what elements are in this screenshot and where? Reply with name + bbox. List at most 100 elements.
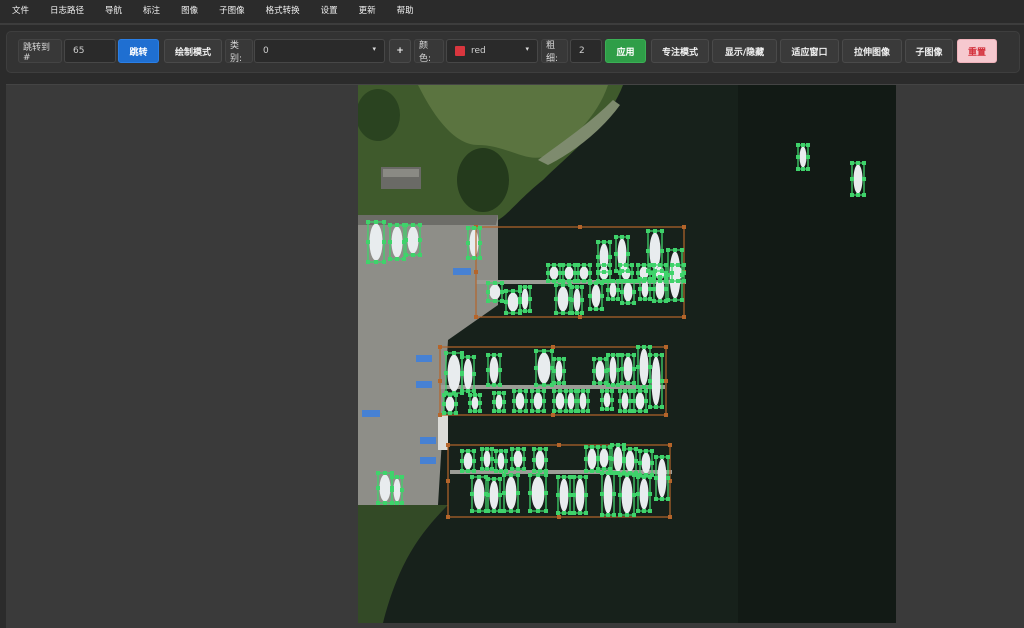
resize-handle[interactable] <box>806 143 810 147</box>
resize-handle[interactable] <box>652 287 656 291</box>
resize-handle[interactable] <box>796 155 800 159</box>
resize-handle[interactable] <box>382 240 386 244</box>
resize-handle[interactable] <box>648 379 652 383</box>
resize-handle[interactable] <box>374 220 378 224</box>
resize-handle[interactable] <box>510 467 514 471</box>
resize-handle[interactable] <box>466 355 470 359</box>
resize-handle[interactable] <box>643 297 647 301</box>
resize-handle[interactable] <box>528 309 532 313</box>
resize-handle[interactable] <box>366 240 370 244</box>
resize-handle[interactable] <box>536 473 540 477</box>
resize-handle[interactable] <box>542 399 546 403</box>
resize-handle[interactable] <box>530 409 534 413</box>
resize-handle[interactable] <box>643 277 647 281</box>
resize-handle[interactable] <box>612 492 616 496</box>
resize-handle[interactable] <box>642 475 646 479</box>
resize-handle[interactable] <box>516 467 520 471</box>
resize-handle[interactable] <box>570 285 574 289</box>
resize-handle[interactable] <box>530 399 534 403</box>
resize-handle[interactable] <box>460 372 464 376</box>
resize-handle[interactable] <box>596 271 600 275</box>
vehicle-box[interactable] <box>416 381 432 388</box>
resize-handle[interactable] <box>562 357 566 361</box>
resize-handle[interactable] <box>472 256 476 260</box>
resize-handle[interactable] <box>618 513 622 517</box>
resize-handle[interactable] <box>654 353 658 357</box>
resize-handle[interactable] <box>625 513 629 517</box>
resize-handle[interactable] <box>478 409 482 413</box>
resize-handle[interactable] <box>502 491 506 495</box>
resize-handle[interactable] <box>564 399 568 403</box>
resize-handle[interactable] <box>586 409 590 413</box>
menu-navigate[interactable]: 导航 <box>105 4 122 16</box>
resize-handle[interactable] <box>404 223 408 227</box>
resize-handle[interactable] <box>442 402 446 406</box>
resize-handle[interactable] <box>590 445 594 449</box>
show-hide-button[interactable]: 显示/隐藏 <box>712 39 777 63</box>
resize-handle[interactable] <box>383 471 387 475</box>
resize-handle[interactable] <box>582 279 586 283</box>
resize-handle[interactable] <box>584 457 588 461</box>
resize-handle[interactable] <box>444 351 448 355</box>
resize-handle[interactable] <box>611 383 615 387</box>
resize-handle[interactable] <box>622 443 626 447</box>
resize-handle[interactable] <box>552 381 556 385</box>
resize-handle[interactable] <box>438 345 442 349</box>
resize-handle[interactable] <box>466 449 470 453</box>
resize-handle[interactable] <box>801 167 805 171</box>
resize-handle[interactable] <box>562 381 566 385</box>
resize-handle[interactable] <box>623 409 627 413</box>
resize-handle[interactable] <box>614 269 618 273</box>
resize-handle[interactable] <box>648 271 652 275</box>
color-select[interactable]: red ▾ <box>446 39 538 63</box>
resize-handle[interactable] <box>664 413 668 417</box>
resize-handle[interactable] <box>618 473 622 477</box>
resize-handle[interactable] <box>676 263 680 267</box>
resize-handle[interactable] <box>596 445 600 449</box>
resize-handle[interactable] <box>524 389 528 393</box>
menu-update[interactable]: 更新 <box>359 4 376 16</box>
resize-handle[interactable] <box>468 409 472 413</box>
resize-handle[interactable] <box>492 509 496 513</box>
resize-handle[interactable] <box>485 447 489 451</box>
resize-handle[interactable] <box>486 493 490 497</box>
resize-handle[interactable] <box>638 449 642 453</box>
resize-handle[interactable] <box>534 349 538 353</box>
resize-handle[interactable] <box>596 467 600 471</box>
resize-handle[interactable] <box>638 277 642 281</box>
resize-handle[interactable] <box>644 449 648 453</box>
resize-handle[interactable] <box>626 301 630 305</box>
resize-handle[interactable] <box>528 509 532 513</box>
resize-handle[interactable] <box>588 263 592 267</box>
resize-handle[interactable] <box>516 473 520 477</box>
resize-handle[interactable] <box>610 407 614 411</box>
resize-handle[interactable] <box>618 409 622 413</box>
resize-handle[interactable] <box>572 493 576 497</box>
resize-handle[interactable] <box>850 161 854 165</box>
resize-handle[interactable] <box>648 405 652 409</box>
resize-handle[interactable] <box>492 477 496 481</box>
resize-handle[interactable] <box>418 223 422 227</box>
menu-sub-image[interactable]: 子图像 <box>219 4 245 16</box>
resize-handle[interactable] <box>576 389 580 393</box>
resize-handle[interactable] <box>682 271 686 275</box>
resize-handle[interactable] <box>492 409 496 413</box>
resize-handle[interactable] <box>472 459 476 463</box>
resize-handle[interactable] <box>376 501 380 505</box>
resize-handle[interactable] <box>670 263 674 267</box>
resize-handle[interactable] <box>626 353 630 357</box>
resize-handle[interactable] <box>400 501 404 505</box>
resize-handle[interactable] <box>568 493 572 497</box>
resize-handle[interactable] <box>473 393 477 397</box>
resize-handle[interactable] <box>628 409 632 413</box>
resize-handle[interactable] <box>642 509 646 513</box>
resize-handle[interactable] <box>626 381 630 385</box>
focus-mode-button[interactable]: 专注模式 <box>651 39 709 63</box>
stretch-image-button[interactable]: 拉伸图像 <box>842 39 902 63</box>
resize-handle[interactable] <box>638 297 642 301</box>
resize-handle[interactable] <box>600 471 604 475</box>
resize-handle[interactable] <box>468 401 472 405</box>
menu-format-convert[interactable]: 格式转换 <box>266 4 300 16</box>
resize-handle[interactable] <box>492 400 496 404</box>
resize-handle[interactable] <box>796 143 800 147</box>
